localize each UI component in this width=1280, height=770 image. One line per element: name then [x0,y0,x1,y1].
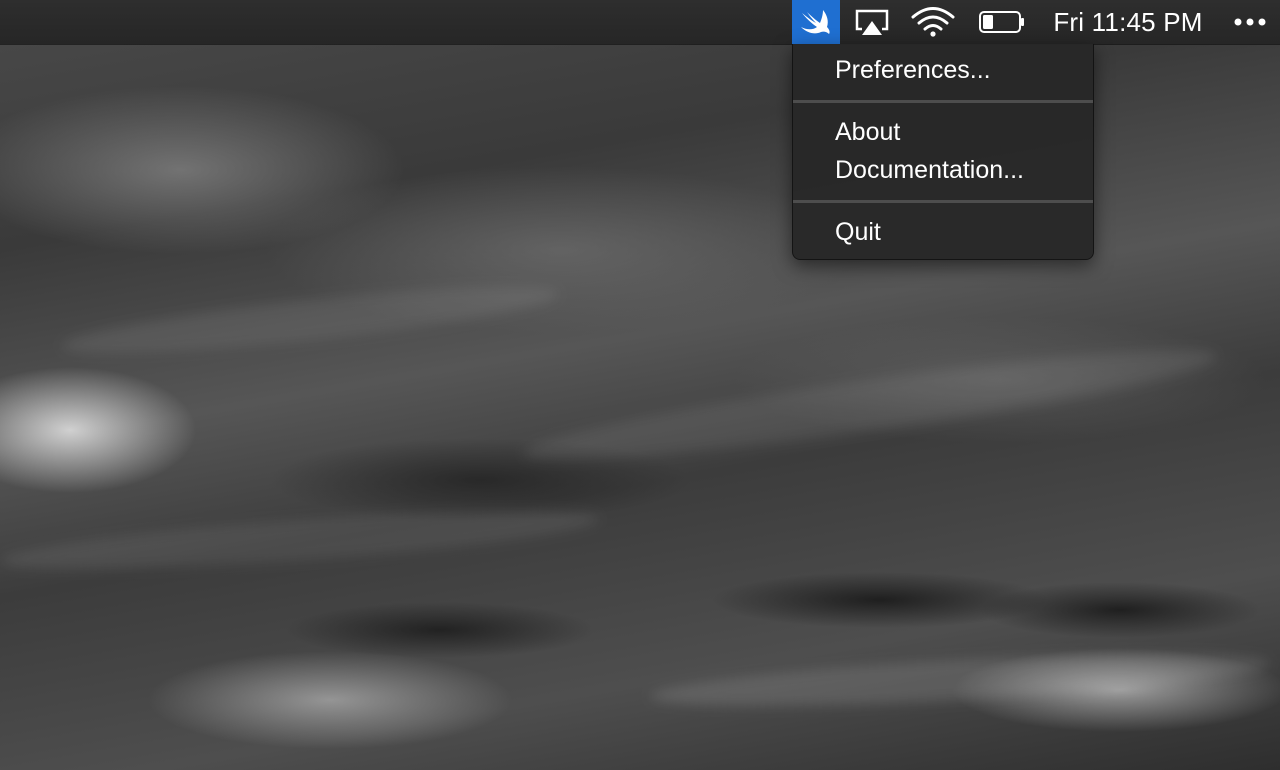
cloud-streak [59,273,561,367]
airplay-icon [855,9,889,35]
swift-icon [801,10,830,34]
wifi-icon [911,7,955,37]
menu-item-documentation[interactable]: Documentation... [793,151,1093,189]
swift-status-item[interactable] [792,0,840,44]
menu-item-label: Preferences... [835,56,991,84]
menu-item-label: About [835,118,901,146]
menu-separator [793,200,1093,203]
menu-item-preferences[interactable]: Preferences... [793,51,1093,89]
airplay-status-item[interactable] [850,0,894,44]
ellipsis-icon [1234,18,1266,26]
menu-item-label: Quit [835,218,881,246]
menu-item-about[interactable]: About [793,113,1093,151]
clock-label: Fri 11:45 PM [1053,6,1203,37]
cloud-streak [0,499,601,581]
menubar-clock[interactable]: Fri 11:45 PM [1040,0,1216,44]
battery-status-item[interactable] [976,0,1028,44]
overflow-status-item[interactable] [1228,0,1272,44]
status-item-dropdown-menu: Preferences... About Documentation... Qu… [792,44,1094,260]
cloud-streak [649,643,1271,717]
battery-icon [979,11,1024,33]
cloud-streak [519,331,1221,479]
wifi-status-item[interactable] [908,0,958,44]
menu-bar: Fri 11:45 PM [0,0,1280,44]
menu-item-label: Documentation... [835,156,1024,184]
menu-item-quit[interactable]: Quit [793,213,1093,251]
menu-separator [793,100,1093,103]
